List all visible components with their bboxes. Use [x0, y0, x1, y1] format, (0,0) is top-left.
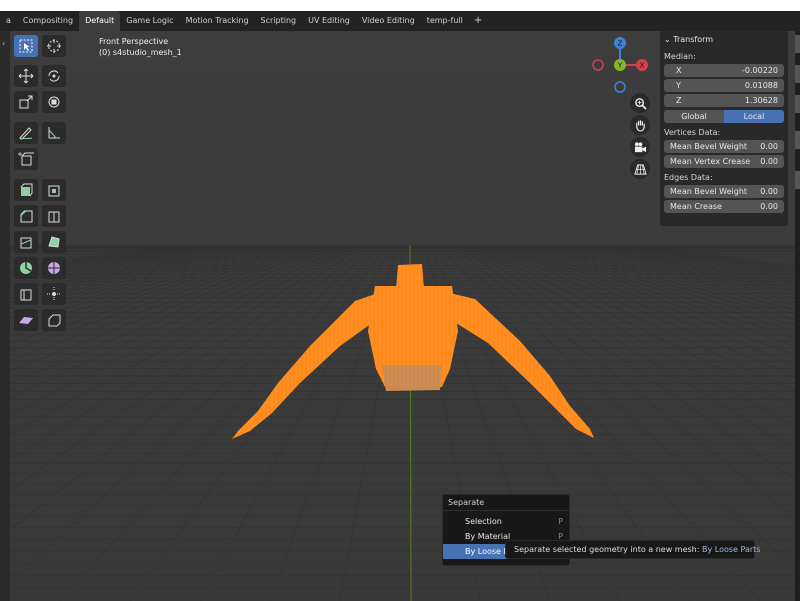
sidebar-tab[interactable] — [795, 35, 800, 53]
inset-icon[interactable] — [42, 179, 66, 201]
median-y-field[interactable]: Y 0.01088 — [664, 79, 784, 92]
workspace-tabbar: a Compositing Default Game Logic Motion … — [0, 11, 800, 31]
tab-uv-editing[interactable]: UV Editing — [302, 11, 356, 31]
sidebar-tab[interactable] — [795, 65, 800, 83]
pan-hand-icon[interactable] — [630, 115, 650, 135]
tab-game-logic[interactable]: Game Logic — [120, 11, 179, 31]
move-icon[interactable] — [14, 65, 38, 87]
transform-panel: ⌄ Transform Median: X -0.00220 Y 0.01088 Z… — [660, 31, 788, 226]
tab-default[interactable]: Default — [79, 11, 121, 31]
rotate-icon[interactable] — [42, 65, 66, 87]
expand-arrow-icon[interactable]: ‹ — [2, 39, 5, 48]
local-button[interactable]: Local — [724, 110, 784, 123]
poly-build-icon[interactable] — [42, 231, 66, 253]
add-workspace-button[interactable]: + — [469, 11, 487, 31]
transform-icon[interactable] — [42, 91, 66, 113]
separate-menu-title: Separate — [443, 495, 569, 511]
sidebar-tab[interactable] — [795, 131, 800, 149]
bevel-icon[interactable] — [14, 205, 38, 227]
navigation-gizmo[interactable]: Z X Y — [590, 35, 650, 95]
menu-item-selection[interactable]: Selection P — [443, 514, 569, 529]
shear-icon[interactable] — [14, 309, 38, 331]
spin-icon[interactable] — [14, 257, 38, 279]
tab-motion-tracking[interactable]: Motion Tracking — [180, 11, 255, 31]
rip-icon[interactable] — [42, 309, 66, 331]
annotate-icon[interactable] — [14, 122, 38, 144]
top-strip — [0, 0, 800, 11]
sidebar-tab[interactable] — [795, 171, 800, 189]
add-cube-icon[interactable] — [14, 148, 38, 170]
edge-slide-icon[interactable] — [14, 283, 38, 305]
3d-viewport[interactable]: Front Perspective (0) s4studio_mesh_1 Z … — [10, 31, 795, 601]
sidebar-tab[interactable] — [795, 95, 800, 113]
median-x-field[interactable]: X -0.00220 — [664, 64, 784, 77]
median-z-field[interactable]: Z 1.30628 — [664, 94, 784, 107]
shrink-fatten-icon[interactable] — [42, 283, 66, 305]
gizmo-y-label: Y — [617, 62, 623, 70]
vertex-bevel-weight-field[interactable]: Mean Bevel Weight 0.00 — [664, 140, 784, 153]
median-label: Median: — [664, 52, 696, 61]
gizmo-z-label: Z — [618, 40, 623, 48]
extrude-icon[interactable] — [14, 179, 38, 201]
collapse-arrow-icon[interactable]: ⌄ — [664, 35, 673, 44]
perspective-grid-icon[interactable] — [630, 159, 650, 179]
view-name: Front Perspective — [99, 37, 169, 46]
tab-scripting[interactable]: Scripting — [255, 11, 303, 31]
transform-header[interactable]: ⌄ Transform — [664, 33, 784, 47]
loop-cut-icon[interactable] — [42, 205, 66, 227]
space-toggle: Global Local — [664, 110, 784, 123]
edge-crease-field[interactable]: Mean Crease 0.00 — [664, 200, 784, 213]
edge-bevel-weight-field[interactable]: Mean Bevel Weight 0.00 — [664, 185, 784, 198]
vertex-crease-field[interactable]: Mean Vertex Crease 0.00 — [664, 155, 784, 168]
sidebar-tabs — [795, 31, 800, 601]
tooltip: Separate selected geometry into a new me… — [505, 540, 760, 559]
smooth-icon[interactable] — [42, 257, 66, 279]
tab-temp-full[interactable]: temp-full — [421, 11, 469, 31]
viewport-info: Front Perspective (0) s4studio_mesh_1 — [99, 36, 182, 58]
measure-icon[interactable] — [42, 122, 66, 144]
zoom-icon[interactable] — [630, 93, 650, 113]
cursor-icon[interactable] — [42, 35, 66, 57]
tab-a[interactable]: a — [0, 11, 17, 31]
gizmo-x-label: X — [640, 62, 645, 70]
active-object-name: (0) s4studio_mesh_1 — [99, 48, 182, 57]
select-box-icon[interactable] — [14, 35, 38, 57]
global-button[interactable]: Global — [664, 110, 724, 123]
edges-data-label: Edges Data: — [664, 173, 713, 182]
tab-compositing[interactable]: Compositing — [17, 11, 79, 31]
camera-icon[interactable] — [630, 137, 650, 157]
tab-video-editing[interactable]: Video Editing — [356, 11, 421, 31]
scale-icon[interactable] — [14, 91, 38, 113]
vertices-data-label: Vertices Data: — [664, 128, 721, 137]
left-region-edge: ‹ — [0, 31, 10, 601]
knife-icon[interactable] — [14, 231, 38, 253]
